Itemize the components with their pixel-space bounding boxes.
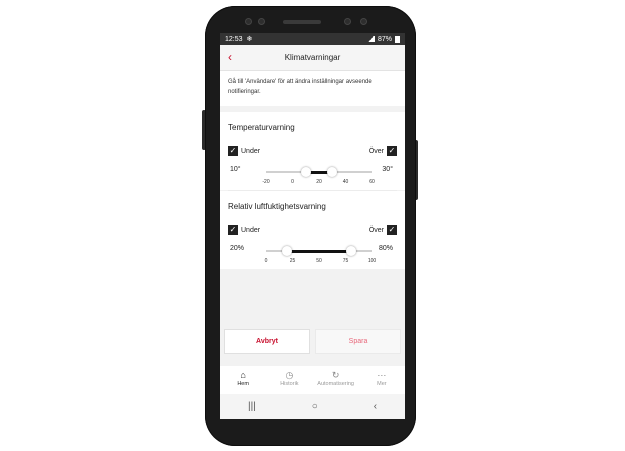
temperature-slider[interactable]: 10° 30° -20 0 20 40 60: [228, 160, 397, 190]
signal-icon: [366, 36, 375, 42]
more-icon: ⋯: [377, 370, 387, 380]
checkbox-checked-icon[interactable]: ✓: [228, 146, 238, 156]
page-title: Klimatvarningar: [284, 53, 341, 62]
nav-item-more[interactable]: ⋯ Mer: [360, 370, 404, 387]
humidity-slider[interactable]: 20% 80% 0 25 50 75 100: [228, 239, 397, 269]
hum-min-value: 20%: [230, 245, 245, 252]
slider-tick-label: 20: [316, 179, 322, 185]
nav-label: Hem: [237, 381, 249, 387]
slider-thumb-low[interactable]: [300, 167, 311, 177]
humidity-section: Relativ luftfuktighetsvarning ✓ Under Öv…: [220, 191, 405, 269]
stage: 12:53 ❄ 87% ‹ Klimatvarningar Gå till 'A…: [0, 0, 625, 451]
action-bar: Avbryt Spara: [220, 325, 405, 363]
phone-camera: [344, 18, 351, 25]
hum-over-label: Över: [368, 226, 384, 234]
temp-min-value: 10°: [230, 166, 241, 173]
status-time: 12:53: [225, 35, 243, 43]
bottom-nav: ⌂ Hem ◷ Historik ↻ Automatisering ⋯ Mer: [220, 366, 405, 394]
clock-icon: ◷: [285, 370, 294, 380]
checkbox-checked-icon[interactable]: ✓: [228, 225, 238, 235]
humidity-title: Relativ luftfuktighetsvarning: [228, 202, 326, 211]
nav-label: Historik: [280, 381, 299, 387]
slider-tick-label: 0: [291, 179, 294, 185]
home-icon: ⌂: [240, 370, 246, 380]
chevron-left-icon[interactable]: ‹: [228, 50, 232, 64]
temp-under-label: Under: [241, 147, 261, 155]
hum-under-check[interactable]: ✓ Under: [228, 225, 260, 235]
phone-sensor: [258, 18, 265, 25]
app-bar: ‹ Klimatvarningar: [220, 45, 405, 71]
slider-thumb-low[interactable]: [282, 246, 293, 256]
nav-label: Mer: [377, 381, 387, 387]
temperature-title: Temperaturvarning: [228, 123, 295, 132]
slider-thumb-high[interactable]: [345, 246, 356, 256]
nav-label: Automatisering: [317, 381, 354, 387]
hum-under-label: Under: [241, 226, 261, 234]
checkbox-checked-icon[interactable]: ✓: [387, 146, 397, 156]
slider-tick-label: 50: [316, 258, 322, 264]
temp-under-check[interactable]: ✓ Under: [228, 146, 260, 156]
snowflake-icon: ❄: [246, 36, 253, 43]
save-button[interactable]: Spara: [315, 329, 401, 354]
battery-icon: [395, 35, 400, 43]
humidity-checks: ✓ Under Över ✓: [228, 221, 397, 239]
slider-tick-label: 60: [369, 179, 375, 185]
info-text: Gå till 'Användare' för att ändra instäl…: [220, 71, 405, 112]
nav-item-automation[interactable]: ↻ Automatisering: [314, 370, 358, 387]
phone-earpiece: [283, 20, 321, 24]
slider-tick-label: 25: [289, 258, 296, 264]
automation-icon: ↻: [331, 370, 340, 380]
temperature-checks: ✓ Under Över ✓: [228, 142, 397, 160]
cancel-button[interactable]: Avbryt: [224, 329, 310, 354]
status-bar: 12:53 ❄ 87%: [220, 33, 405, 45]
nav-item-history[interactable]: ◷ Historik: [267, 370, 311, 387]
temp-over-check[interactable]: Över ✓: [369, 146, 397, 156]
temp-over-label: Över: [368, 147, 384, 155]
slider-tick-label: 40: [342, 179, 349, 185]
battery-percent: 87%: [377, 35, 392, 43]
phone-screen: 12:53 ❄ 87% ‹ Klimatvarningar Gå till 'A…: [220, 33, 405, 419]
hum-over-check[interactable]: Över ✓: [369, 225, 397, 235]
home-button-icon[interactable]: ○: [312, 401, 318, 412]
slider-tick-label: 75: [342, 258, 349, 264]
temp-max-value: 30°: [382, 166, 393, 173]
slider-tick-label: -20: [262, 179, 270, 185]
phone-sensor: [360, 18, 367, 25]
slider-tick-label: 100: [367, 258, 377, 264]
temperature-section: Temperaturvarning ✓ Under Över ✓ 10° 30°…: [220, 112, 405, 190]
slider-range-fill: [287, 249, 351, 253]
system-nav-bar: ||| ○ ‹: [220, 394, 405, 419]
hum-max-value: 80%: [378, 245, 393, 252]
back-icon[interactable]: ‹: [374, 401, 377, 412]
recents-icon[interactable]: |||: [248, 401, 256, 412]
checkbox-checked-icon[interactable]: ✓: [387, 225, 397, 235]
slider-thumb-high[interactable]: [327, 167, 338, 177]
nav-item-home[interactable]: ⌂ Hem: [221, 370, 265, 387]
slider-tick-label: 0: [264, 258, 268, 264]
phone-sensor: [245, 18, 252, 25]
